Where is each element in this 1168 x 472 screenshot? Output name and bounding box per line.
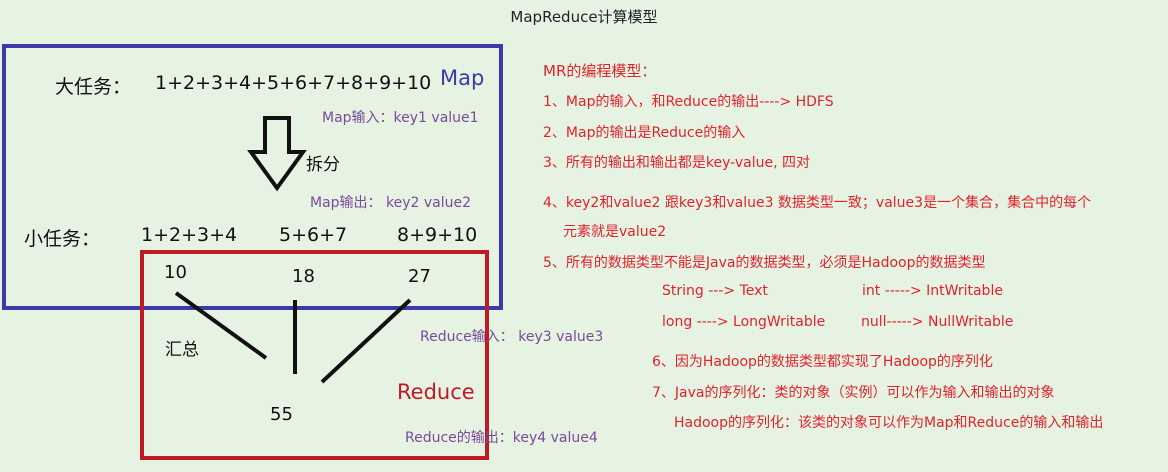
note-item-5: 5、所有的数据类型不能是Java的数据类型，必须是Hadoop的数据类型 <box>543 255 986 271</box>
note-item-1: 1、Map的输入，和Reduce的输出----> HDFS <box>543 94 834 110</box>
note-item-2: 2、Map的输出是Reduce的输入 <box>543 125 746 141</box>
note-item-6: 6、因为Hadoop的数据类型都实现了Hadoop的序列化 <box>652 354 993 370</box>
type-map-string: String ---> Text <box>662 283 768 299</box>
connector-line-left <box>174 291 268 360</box>
connector-line-right <box>320 298 412 384</box>
split-down-arrow-icon <box>247 116 307 192</box>
note-item-4-cont: 元素就是value2 <box>563 224 667 240</box>
type-map-long: long ----> LongWritable <box>662 314 826 330</box>
note-item-7-hadoop: Hadoop的序列化：该类的对象可以作为Map和Reduce的输入和输出 <box>674 415 1104 431</box>
note-item-4: 4、key2和value2 跟key3和value3 数据类型一致；value3… <box>543 195 1092 211</box>
notes-heading: MR的编程模型： <box>543 62 657 80</box>
type-map-int: int -----> IntWritable <box>862 283 1003 299</box>
type-map-null: null-----> NullWritable <box>861 314 1014 330</box>
note-item-7: 7、Java的序列化：类的对象（实例）可以作为输入和输出的对象 <box>652 385 1055 401</box>
note-item-3: 3、所有的输出和输出都是key-value, 四对 <box>543 155 810 171</box>
